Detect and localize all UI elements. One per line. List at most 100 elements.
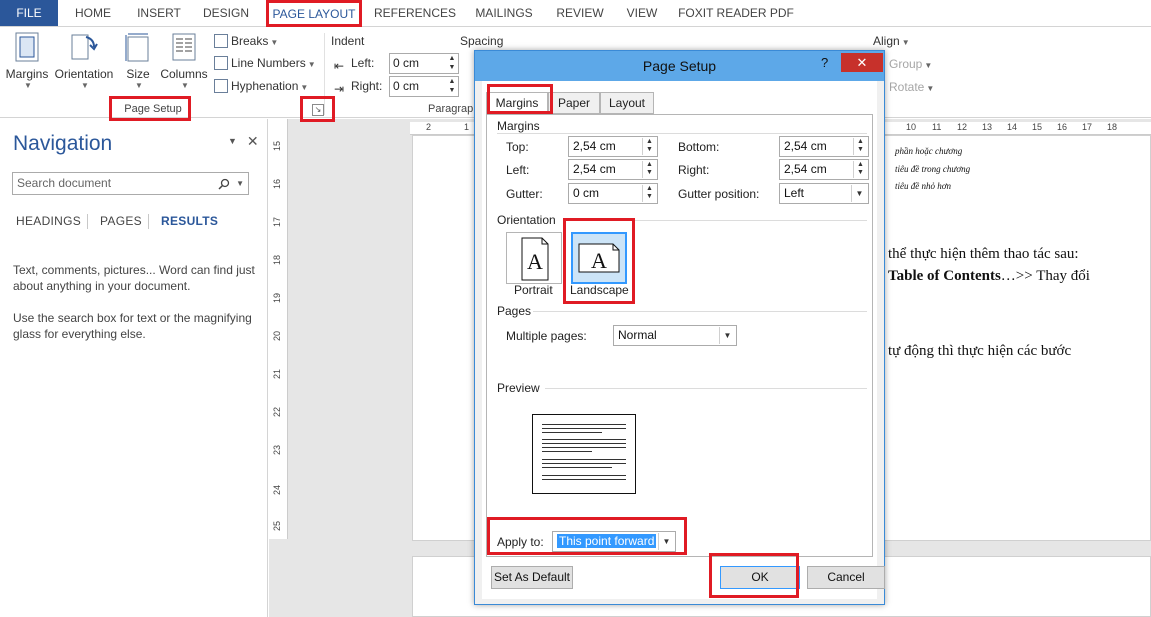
columns-icon	[168, 31, 200, 63]
navigation-controls: ▼ ✕	[228, 133, 259, 150]
spinner-arrows-icon[interactable]: ▲ ▼	[853, 161, 867, 178]
portrait-label: Portrait	[514, 283, 553, 297]
dialog-tab-margins[interactable]: Margins	[486, 92, 548, 115]
section-divider	[545, 388, 867, 389]
rotate-button[interactable]: Rotate ▼	[889, 77, 934, 97]
ruler-number: 20	[272, 330, 283, 342]
orientation-icon	[68, 31, 100, 63]
nav-tab-results[interactable]: RESULTS	[161, 214, 218, 228]
portrait-option[interactable]: A	[506, 232, 562, 284]
multiple-pages-select[interactable]: Normal ▼	[613, 325, 737, 346]
gutter-label: Gutter:	[506, 187, 543, 201]
close-icon[interactable]: ✕	[247, 133, 259, 149]
multiple-pages-label: Multiple pages:	[506, 329, 587, 343]
ruler-number: 22	[272, 406, 283, 418]
spinner-arrows-icon[interactable]: ▲ ▼	[642, 138, 656, 155]
search-icon[interactable]	[218, 176, 230, 190]
ruler-number: 12	[957, 122, 968, 132]
help-icon[interactable]: ?	[821, 55, 828, 70]
bottom-margin-input[interactable]: 2,54 cm ▲ ▼	[779, 136, 869, 157]
paragraph-group-label: Paragrap	[428, 103, 474, 115]
orientation-button[interactable]: Orientation ▼	[52, 31, 116, 90]
indent-right-label: ⇥ Right:	[334, 79, 383, 96]
cancel-button[interactable]: Cancel	[807, 566, 885, 589]
indent-right-input[interactable]: 0 cm ▲ ▼	[389, 76, 459, 97]
spinner-arrows-icon[interactable]: ▲ ▼	[446, 77, 458, 96]
spinner-arrows-icon[interactable]: ▲ ▼	[642, 161, 656, 178]
right-margin-input[interactable]: 2,54 cm ▲ ▼	[779, 159, 869, 180]
landscape-option[interactable]: A	[571, 232, 627, 284]
chevron-down-icon[interactable]: ▼	[236, 173, 244, 194]
gutter-position-select[interactable]: Left ▼	[779, 183, 869, 204]
navigation-pane: Navigation ▼ ✕ Search document ▼ HEADING…	[0, 119, 268, 617]
ok-button[interactable]: OK	[720, 566, 800, 589]
nav-tab-separator	[148, 214, 149, 229]
ruler-number: 23	[272, 444, 283, 456]
preview-section-title: Preview	[497, 381, 540, 395]
line-numbers-button[interactable]: Line Numbers ▼	[214, 53, 316, 73]
tab-references[interactable]: REFERENCES	[372, 0, 458, 26]
close-icon[interactable]: ✕	[841, 53, 883, 72]
chevron-down-icon[interactable]: ▼	[658, 533, 674, 550]
document-text: tự động thì thực hiện các bước	[888, 343, 1072, 359]
gutter-input[interactable]: 0 cm ▲ ▼	[568, 183, 658, 204]
search-input[interactable]: Search document ▼	[12, 172, 249, 195]
tab-home[interactable]: HOME	[64, 0, 122, 26]
bottom-label: Bottom:	[678, 140, 720, 154]
section-divider	[533, 311, 867, 312]
tab-mailings[interactable]: MAILINGS	[468, 0, 540, 26]
ruler-number: 24	[272, 484, 283, 496]
tab-view[interactable]: VIEW	[618, 0, 666, 26]
margins-tab-panel: Margins Top: 2,54 cm ▲ ▼ Bottom: 2,54 cm ▲ ▼…	[486, 114, 873, 557]
nav-tab-headings[interactable]: HEADINGS	[16, 214, 81, 228]
top-label: Top:	[506, 140, 529, 154]
nav-tab-pages[interactable]: PAGES	[100, 214, 142, 228]
dialog-tab-layout[interactable]: Layout	[600, 92, 654, 114]
tab-design[interactable]: DESIGN	[196, 0, 256, 26]
tab-foxit-reader-pdf[interactable]: FOXIT READER PDF	[676, 0, 796, 26]
left-margin-input[interactable]: 2,54 cm ▲ ▼	[568, 159, 658, 180]
ruler-number: 19	[272, 292, 283, 304]
document-text: Table of Contents…>> Thay đổi	[888, 268, 1090, 284]
set-as-default-button[interactable]: Set As Default	[491, 566, 573, 589]
toc-entry: tiêu đề nhỏ hơn	[895, 181, 952, 191]
tab-page-layout[interactable]: PAGE LAYOUT	[268, 0, 360, 26]
ruler-number: 14	[1007, 122, 1018, 132]
vertical-ruler: 15 16 17 18 19 20 21 22 23 24 25	[269, 119, 288, 539]
ruler-number: 13	[982, 122, 993, 132]
breaks-button[interactable]: Breaks ▼	[214, 31, 278, 51]
margins-button[interactable]: Margins ▼	[4, 31, 50, 90]
ruler-number: 11	[932, 122, 942, 132]
indent-label: Indent	[331, 34, 365, 48]
hyphenation-button[interactable]: Hyphenation ▼	[214, 76, 308, 96]
chevron-down-icon[interactable]: ▼	[851, 185, 867, 202]
line-numbers-icon	[214, 56, 228, 70]
size-button[interactable]: Size ▼	[120, 31, 156, 90]
ruler-number: 25	[272, 520, 283, 532]
page-setup-launcher-icon[interactable]: ↘	[312, 104, 324, 116]
margins-section-title: Margins	[497, 119, 540, 133]
columns-button[interactable]: Columns ▼	[158, 31, 210, 90]
ruler-number: 17	[1082, 122, 1093, 132]
spinner-arrows-icon[interactable]: ▲ ▼	[853, 138, 867, 155]
group-button[interactable]: Group ▼	[889, 54, 932, 74]
dialog-title-bar[interactable]: Page Setup ? ✕	[475, 51, 884, 81]
section-divider	[497, 133, 867, 134]
dialog-tab-paper[interactable]: Paper	[548, 92, 600, 114]
tab-review[interactable]: REVIEW	[550, 0, 610, 26]
indent-left-input[interactable]: 0 cm ▲ ▼	[389, 53, 459, 74]
chevron-down-icon[interactable]: ▼	[719, 327, 735, 344]
tab-file[interactable]: FILE	[0, 0, 58, 26]
dialog-body: Margins Paper Layout Margins Top: 2,54 c…	[482, 81, 885, 599]
apply-to-select[interactable]: This point forward ▼	[552, 531, 676, 552]
top-margin-input[interactable]: 2,54 cm ▲ ▼	[568, 136, 658, 157]
nav-help-text: Use the search box for text or the magni…	[13, 311, 252, 341]
ruler-number: 10	[906, 122, 917, 132]
tab-insert[interactable]: INSERT	[130, 0, 188, 26]
nav-options-icon[interactable]: ▼	[228, 136, 237, 146]
spinner-arrows-icon[interactable]: ▲ ▼	[642, 185, 656, 202]
spinner-arrows-icon[interactable]: ▲ ▼	[446, 54, 458, 73]
ribbon-separator	[324, 33, 325, 115]
navigation-title: Navigation	[13, 132, 113, 155]
align-button[interactable]: Align ▼	[873, 31, 910, 51]
